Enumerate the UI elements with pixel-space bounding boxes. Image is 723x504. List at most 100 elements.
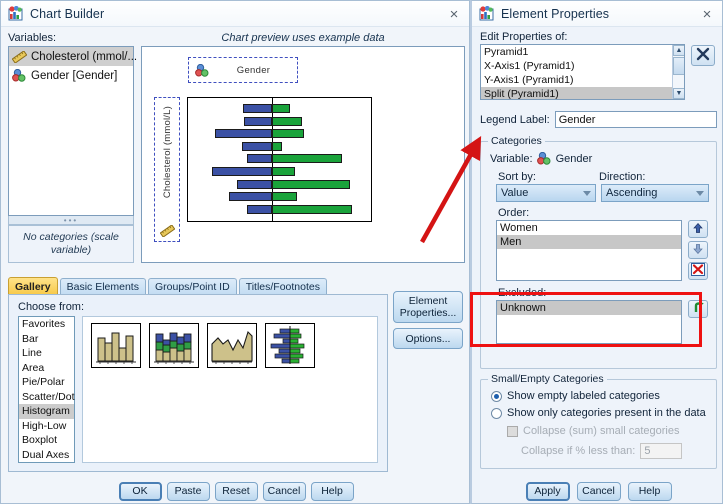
x-remove-icon — [696, 47, 710, 64]
sort-by-select[interactable]: Value — [496, 184, 596, 202]
tab-titles-footnotes[interactable]: Titles/Footnotes — [238, 278, 327, 295]
pyramid-row — [188, 154, 371, 164]
excluded-item[interactable]: Unknown — [497, 301, 681, 315]
remove-element-button[interactable] — [691, 45, 715, 66]
gallery-type-scatter-dot[interactable]: Scatter/Dot — [19, 390, 75, 405]
collapse-percent-label: Collapse if % less than: — [521, 445, 636, 457]
variables-resize-grip[interactable]: ••• — [8, 216, 134, 225]
gallery-thumbnails[interactable] — [82, 316, 378, 463]
gallery-type-boxplot[interactable]: Boxplot — [19, 433, 74, 448]
apply-button[interactable]: Apply — [525, 481, 570, 501]
tab-basic-elements[interactable]: Basic Elements — [59, 278, 146, 295]
chart-builder-button-bar: OK Paste Reset Cancel Help — [1, 479, 471, 503]
category-variable-row: Variable: Gender — [490, 151, 592, 165]
edit-properties-list[interactable]: Pyramid1 X-Axis1 (Pyramid1) Y-Axis1 (Pyram… — [480, 44, 685, 100]
remove-category-button[interactable] — [688, 262, 708, 280]
direction-select[interactable]: Ascending — [601, 184, 709, 202]
chart-builder-title: Chart Builder — [30, 6, 105, 21]
edit-properties-item[interactable]: Y-Axis1 (Pyramid1) — [481, 73, 684, 87]
gallery-type-dual-axes[interactable]: Dual Axes — [19, 448, 74, 463]
close-icon[interactable]: × — [445, 5, 463, 23]
edit-properties-item[interactable]: Split (Pyramid1) — [481, 87, 684, 100]
edit-properties-item-label: Split (Pyramid1) — [484, 88, 559, 100]
pyramid-row — [188, 141, 371, 151]
gallery-type-histogram[interactable]: Histogram — [19, 404, 74, 419]
reset-button[interactable]: Reset — [214, 481, 258, 501]
tab-groups-point-id[interactable]: Groups/Point ID — [147, 278, 237, 295]
cancel-button[interactable]: Cancel — [262, 481, 306, 501]
arrow-up-icon — [692, 222, 704, 237]
gallery-type-label: Histogram — [22, 405, 70, 418]
direction-value: Ascending — [606, 187, 658, 199]
legend-label-input[interactable]: Gender — [554, 111, 717, 128]
help-button[interactable]: Help — [310, 481, 354, 501]
element-properties-button[interactable]: Element Properties... — [393, 291, 463, 323]
order-list[interactable]: Women Men — [496, 220, 682, 281]
help-button[interactable]: Help — [627, 481, 672, 501]
tab-gallery[interactable]: Gallery — [8, 277, 58, 295]
edit-properties-scrollbar[interactable]: ▲ ▼ — [672, 45, 684, 99]
legend-dropzone[interactable]: Gender — [188, 57, 298, 83]
pyramid-bar-right — [272, 129, 304, 139]
ok-button[interactable]: OK — [118, 481, 162, 501]
gallery-type-list[interactable]: Favorites Bar Line Area Pie/Polar Scatter/Dot… — [18, 316, 75, 463]
excluded-list[interactable]: Unknown — [496, 300, 682, 344]
gallery-type-label: Boxplot — [22, 434, 58, 447]
gallery-type-label: Pie/Polar — [22, 376, 65, 389]
paste-button[interactable]: Paste — [166, 481, 210, 501]
radio-show-only-present[interactable]: Show only categories present in the data — [491, 407, 706, 419]
yaxis-dropzone[interactable]: Cholesterol (mmol/L) — [154, 97, 180, 242]
gallery-type-bar[interactable]: Bar — [19, 332, 74, 347]
scrollbar-thumb[interactable] — [673, 57, 684, 75]
chart-preview-panel[interactable]: Gender Cholesterol (mmol/L) — [141, 46, 465, 263]
options-button[interactable]: Options... — [393, 328, 463, 349]
close-icon[interactable]: × — [698, 5, 716, 23]
arrow-down-icon — [692, 243, 704, 258]
stacked-histogram-thumb[interactable] — [149, 323, 199, 368]
chevron-down-icon — [696, 191, 704, 196]
radio-label: Show only categories present in the data — [507, 407, 706, 419]
cancel-button[interactable]: Cancel — [576, 481, 621, 501]
gallery-type-favorites[interactable]: Favorites — [19, 317, 74, 332]
variable-item-cholesterol[interactable]: Cholesterol (mmol/... — [9, 47, 137, 66]
pyramid-bar-left — [247, 204, 272, 214]
pyramid-bar-left — [242, 141, 272, 151]
radio-label: Show empty labeled categories — [507, 390, 660, 402]
gallery-type-high-low[interactable]: High-Low — [19, 419, 74, 434]
order-item[interactable]: Women — [497, 221, 681, 235]
pyramid-row — [188, 204, 371, 214]
population-pyramid-thumb[interactable] — [265, 323, 315, 368]
move-up-button[interactable] — [688, 220, 708, 238]
restore-category-button[interactable] — [688, 300, 708, 318]
edit-properties-item[interactable]: X-Axis1 (Pyramid1) — [481, 59, 684, 73]
gallery-type-pie-polar[interactable]: Pie/Polar — [19, 375, 74, 390]
gallery-type-label: Line — [22, 347, 42, 360]
order-item-label: Men — [500, 236, 522, 248]
edit-properties-items: Pyramid1 X-Axis1 (Pyramid1) Y-Axis1 (Pyram… — [481, 45, 684, 100]
spss-app-icon — [8, 5, 24, 21]
radio-show-empty-labeled[interactable]: Show empty labeled categories — [491, 390, 660, 402]
gallery-type-label: Favorites — [22, 318, 66, 331]
variables-list[interactable]: Cholesterol (mmol/... Gender [Gender] — [8, 46, 137, 216]
order-item[interactable]: Men — [497, 235, 681, 249]
pyramid-bar-left — [244, 116, 272, 126]
tabstrip[interactable]: Gallery Basic Elements Groups/Point ID T… — [8, 277, 327, 295]
direction-label: Direction: — [599, 171, 646, 183]
move-down-button[interactable] — [688, 241, 708, 259]
pyramid-bar-left — [229, 192, 272, 202]
scroll-down-icon[interactable]: ▼ — [673, 88, 684, 99]
pyramid-row — [188, 129, 371, 139]
histogram-thumb[interactable] — [91, 323, 141, 368]
no-categories-box: No categories (scale variable) — [8, 225, 134, 263]
gallery-type-area[interactable]: Area — [19, 361, 74, 376]
frequency-polygon-thumb[interactable] — [207, 323, 257, 368]
variable-item-gender[interactable]: Gender [Gender] — [9, 66, 133, 85]
pyramid-bar-left — [247, 154, 272, 164]
scroll-up-icon[interactable]: ▲ — [673, 45, 684, 56]
gallery-type-line[interactable]: Line — [19, 346, 74, 361]
chevron-down-icon — [583, 191, 591, 196]
preview-caption: Chart preview uses example data — [221, 32, 385, 44]
edit-properties-item[interactable]: Pyramid1 — [481, 45, 684, 59]
arrow-restore-icon — [692, 301, 705, 317]
x-delete-icon — [691, 263, 705, 279]
